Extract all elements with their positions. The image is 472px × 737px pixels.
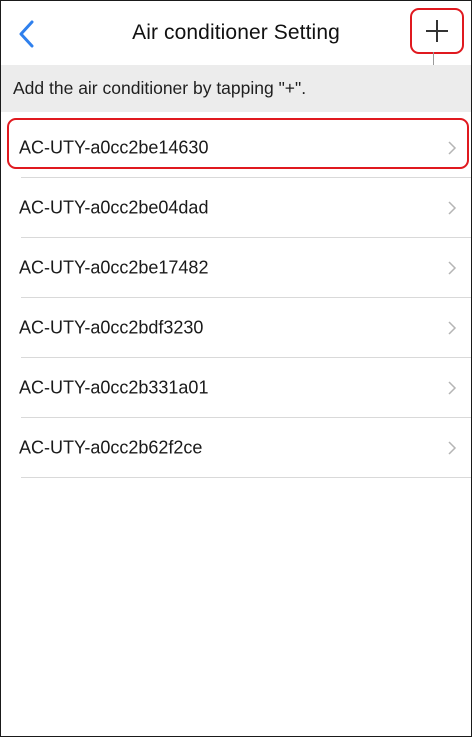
chevron-right-icon xyxy=(448,321,457,335)
device-name: AC-UTY-a0cc2bdf3230 xyxy=(19,317,204,338)
app-screen: Air conditioner Setting Add the air cond… xyxy=(0,0,472,737)
list-item[interactable]: AC-UTY-a0cc2be17482 xyxy=(1,238,471,298)
list-item[interactable]: AC-UTY-a0cc2b62f2ce xyxy=(1,418,471,478)
chevron-right-icon xyxy=(448,141,457,155)
row-divider xyxy=(21,477,471,478)
navigation-bar: Air conditioner Setting xyxy=(1,1,471,92)
hint-banner: Add the air conditioner by tapping "+". xyxy=(1,65,471,112)
list-item[interactable]: AC-UTY-a0cc2be04dad xyxy=(1,178,471,238)
page-title: Air conditioner Setting xyxy=(132,21,340,44)
device-name: AC-UTY-a0cc2be04dad xyxy=(19,197,209,218)
device-name: AC-UTY-a0cc2be17482 xyxy=(19,257,209,278)
list-item[interactable]: AC-UTY-a0cc2be14630 xyxy=(1,118,471,178)
chevron-right-icon xyxy=(448,381,457,395)
device-name: AC-UTY-a0cc2b331a01 xyxy=(19,377,209,398)
list-item[interactable]: AC-UTY-a0cc2bdf3230 xyxy=(1,298,471,358)
device-name: AC-UTY-a0cc2b62f2ce xyxy=(19,437,203,458)
add-air-conditioner-button[interactable] xyxy=(410,8,464,54)
plus-icon xyxy=(426,20,448,42)
chevron-right-icon xyxy=(448,261,457,275)
device-list: AC-UTY-a0cc2be14630 AC-UTY-a0cc2be04dad … xyxy=(1,118,471,478)
device-name: AC-UTY-a0cc2be14630 xyxy=(19,137,209,158)
chevron-right-icon xyxy=(448,201,457,215)
list-item[interactable]: AC-UTY-a0cc2b331a01 xyxy=(1,358,471,418)
chevron-right-icon xyxy=(448,441,457,455)
